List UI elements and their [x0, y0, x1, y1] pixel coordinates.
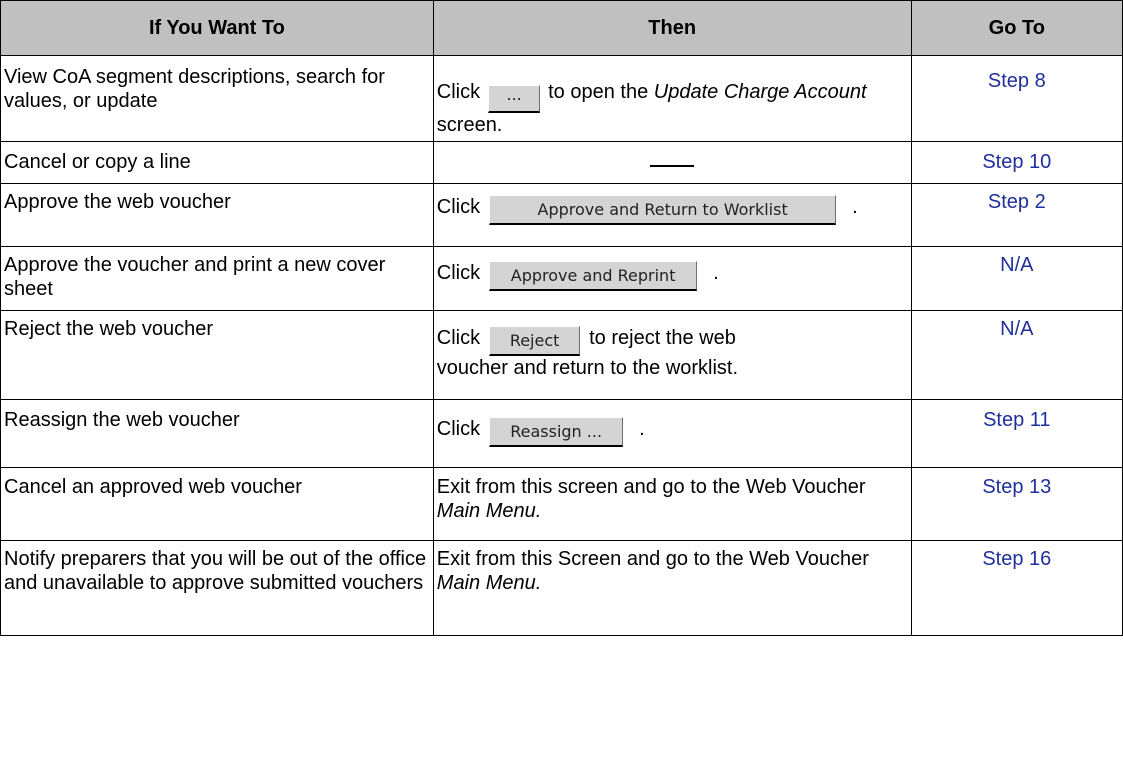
- reassign-button[interactable]: Reassign ...: [489, 417, 624, 447]
- then-cell: Click Reject to reject the web voucher and…: [432, 310, 912, 400]
- goto-cell: Step 11: [910, 399, 1123, 468]
- goto-link[interactable]: Step 11: [983, 409, 1050, 431]
- then-cell: [432, 141, 912, 184]
- want-cell: Reassign the web voucher: [0, 399, 434, 468]
- then-text-end: screen.: [436, 114, 503, 136]
- then-cell: Click Reassign ....: [432, 399, 912, 468]
- instruction-table: If You Want To Then Go To View CoA segme…: [0, 0, 1123, 636]
- then-cell: Click Approve and Return to Worklist.: [432, 183, 912, 247]
- want-cell: Cancel or copy a line: [0, 141, 434, 184]
- table-row: Approve the voucher and print a new cove…: [0, 246, 1123, 311]
- table-row: Approve the web voucher Click Approve and…: [0, 183, 1123, 247]
- goto-link[interactable]: Step 10: [982, 151, 1051, 173]
- want-cell: Approve the web voucher: [0, 183, 434, 247]
- goto-link[interactable]: Step 13: [982, 476, 1051, 498]
- period: .: [713, 262, 719, 284]
- reject-button[interactable]: Reject: [489, 326, 581, 356]
- want-cell: Cancel an approved web voucher: [0, 467, 434, 541]
- then-cell: Exit from this screen and go to the Web …: [432, 467, 912, 541]
- approve-and-reprint-button[interactable]: Approve and Reprint: [489, 261, 698, 291]
- click-label: Click: [436, 196, 481, 218]
- table-row: Notify preparers that you will be out of…: [0, 540, 1123, 636]
- then-text: Exit from this Screen and go to the Web …: [436, 548, 869, 570]
- main-menu-label: Main Menu.: [436, 572, 542, 594]
- goto-link[interactable]: Step 2: [988, 191, 1046, 213]
- goto-link[interactable]: N/A: [1000, 254, 1033, 276]
- blank-dash: [650, 147, 695, 167]
- period: .: [639, 418, 645, 440]
- table-row: Reassign the web voucher Click Reassign .…: [0, 399, 1123, 468]
- click-label: Click: [436, 327, 481, 349]
- header-then: Then: [432, 0, 912, 56]
- goto-cell: Step 2: [910, 183, 1123, 247]
- header-row: If You Want To Then Go To: [0, 0, 1123, 56]
- update-charge-account-button[interactable]: ...: [488, 85, 541, 113]
- goto-link[interactable]: N/A: [1000, 318, 1033, 340]
- then-cell: Click... to open the Update Charge Accoun…: [432, 55, 912, 142]
- screen-name: Update Charge Account: [653, 81, 867, 103]
- click-label: Click: [436, 262, 481, 284]
- goto-link[interactable]: Step 16: [982, 548, 1051, 570]
- goto-cell: N/A: [910, 310, 1123, 400]
- goto-cell: N/A: [910, 246, 1123, 311]
- then-cell: Click Approve and Reprint.: [432, 246, 912, 311]
- then-cell: Exit from this Screen and go to the Web …: [432, 540, 912, 636]
- then-text: to open the: [548, 81, 649, 103]
- want-cell: Notify preparers that you will be out of…: [0, 540, 434, 636]
- then-text-end: voucher and return to the worklist.: [436, 357, 739, 379]
- approve-and-return-button[interactable]: Approve and Return to Worklist: [489, 195, 837, 225]
- goto-link[interactable]: Step 8: [988, 70, 1046, 92]
- main-menu-label: Main Menu.: [436, 500, 542, 522]
- header-if-you-want-to: If You Want To: [0, 0, 434, 56]
- header-go-to: Go To: [910, 0, 1123, 56]
- goto-cell: Step 10: [910, 141, 1123, 184]
- goto-cell: Step 13: [910, 467, 1123, 541]
- want-cell: Approve the voucher and print a new cove…: [0, 246, 434, 311]
- table-row: Cancel an approved web voucher Exit from…: [0, 467, 1123, 541]
- click-label: Click: [436, 81, 481, 103]
- table-row: Reject the web voucher Click Reject to rej…: [0, 310, 1123, 400]
- period: .: [852, 196, 858, 218]
- goto-cell: Step 8: [910, 55, 1123, 142]
- click-label: Click: [436, 418, 481, 440]
- then-text: Exit from this screen and go to the Web …: [436, 476, 866, 498]
- table-row: View CoA segment descriptions, search fo…: [0, 55, 1123, 142]
- want-cell: Reject the web voucher: [0, 310, 434, 400]
- want-cell: View CoA segment descriptions, search fo…: [0, 55, 434, 142]
- goto-cell: Step 16: [910, 540, 1123, 636]
- table-row: Cancel or copy a line Step 10: [0, 141, 1123, 184]
- then-text: to reject the web: [589, 327, 736, 349]
